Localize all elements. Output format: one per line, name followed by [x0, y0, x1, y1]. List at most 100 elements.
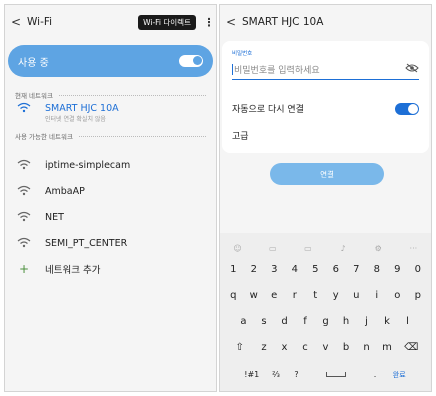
back-arrow-icon[interactable]: < [5, 15, 27, 29]
letter-row-2: a s d f g h j k l [220, 316, 431, 327]
key[interactable]: u [346, 290, 367, 301]
key[interactable]: k [377, 316, 398, 327]
network-status: 인터넷 연결 확실치 않음 [45, 116, 106, 123]
key[interactable]: 8 [367, 264, 388, 275]
eye-off-icon[interactable] [405, 63, 419, 76]
key[interactable]: a [233, 316, 254, 327]
key[interactable]: g [315, 316, 336, 327]
wifi-icon [15, 210, 33, 225]
space-key[interactable] [307, 369, 365, 380]
key[interactable]: 7 [346, 264, 367, 275]
key[interactable]: 3 [264, 264, 285, 275]
key[interactable]: w [244, 290, 265, 301]
key[interactable]: m [377, 342, 398, 353]
key[interactable]: p [408, 290, 429, 301]
key[interactable]: 6 [326, 264, 347, 275]
fraction-key[interactable]: ⅔ [266, 370, 287, 379]
auto-reconnect-label: 자동으로 다시 연결 [232, 105, 304, 115]
space-bar-icon [325, 372, 346, 377]
key[interactable]: y [326, 290, 347, 301]
key[interactable]: j [356, 316, 377, 327]
auto-reconnect-toggle[interactable] [395, 102, 419, 115]
network-name: iptime-simplecam [45, 160, 131, 171]
key[interactable]: n [356, 342, 377, 353]
list-item[interactable]: AmbaAP [15, 184, 206, 199]
more-icon[interactable]: ··· [403, 244, 423, 253]
clipboard-icon[interactable]: ▭ [298, 244, 318, 253]
connect-button[interactable]: 연결 [270, 163, 384, 185]
add-network-row[interactable]: + 네트워크 추가 [15, 262, 206, 276]
current-network-header: 현재 네트워크 [15, 90, 206, 100]
mic-icon[interactable]: ♪ [333, 244, 353, 253]
section-label: 사용 가능한 네트워크 [15, 133, 73, 141]
available-networks-header: 사용 가능한 네트워크 [15, 131, 206, 141]
network-connect-screen: < SMART HJC 10A 비밀번호 비밀번호를 입력하세요 자동으로 다시… [219, 4, 432, 392]
page-title: Wi-Fi [27, 16, 53, 28]
wifi-icon [15, 236, 33, 251]
key[interactable]: 4 [285, 264, 306, 275]
wifi-direct-button[interactable]: Wi-Fi 다이렉트 [138, 14, 196, 30]
wifi-icon [15, 101, 33, 116]
key[interactable]: s [254, 316, 275, 327]
backspace-key-icon[interactable]: ⌫ [397, 342, 425, 353]
list-item[interactable]: NET [15, 210, 206, 225]
settings-icon[interactable]: ⚙ [368, 244, 388, 253]
list-item[interactable]: SEMI_PT_CENTER [15, 236, 206, 251]
more-options-icon[interactable]: ⋮ [202, 16, 216, 29]
wifi-list-screen: < Wi-Fi Wi-Fi 다이렉트 ⋮ 사용 중 현재 네트워크 SMART … [4, 4, 217, 392]
sticker-icon[interactable]: ▭ [263, 244, 283, 253]
plus-icon: + [18, 262, 30, 276]
password-label: 비밀번호 [232, 51, 253, 57]
list-item[interactable]: iptime-simplecam [15, 158, 206, 173]
add-network-label: 네트워크 추가 [45, 265, 101, 276]
network-name: SEMI_PT_CENTER [45, 238, 128, 249]
back-arrow-icon[interactable]: < [220, 15, 242, 29]
bottom-row: !#1 ⅔ ? . 완료 [220, 369, 431, 380]
key[interactable]: d [274, 316, 295, 327]
shift-key-icon[interactable]: ⇧ [226, 342, 254, 353]
letter-row-3: ⇧ z x c v b n m ⌫ [220, 342, 431, 353]
key[interactable]: t [305, 290, 326, 301]
key[interactable]: v [315, 342, 336, 353]
key[interactable]: e [264, 290, 285, 301]
advanced-row[interactable]: 고급 [232, 129, 419, 142]
key[interactable]: b [336, 342, 357, 353]
password-field[interactable]: 비밀번호를 입력하세요 [232, 60, 419, 80]
wifi-toggle[interactable] [179, 55, 203, 67]
symbols-key[interactable]: !#1 [238, 370, 266, 379]
master-switch-label: 사용 중 [18, 57, 49, 69]
letter-row-1: q w e r t y u i o p [220, 290, 431, 301]
key[interactable]: o [387, 290, 408, 301]
network-name: NET [45, 212, 64, 223]
question-key[interactable]: ? [286, 370, 307, 379]
key[interactable]: r [285, 290, 306, 301]
section-label: 현재 네트워크 [15, 92, 53, 100]
text-caret [232, 64, 233, 75]
key[interactable]: 1 [223, 264, 244, 275]
key[interactable]: h [336, 316, 357, 327]
wifi-icon [15, 184, 33, 199]
app-bar: < Wi-Fi Wi-Fi 다이렉트 ⋮ [5, 5, 216, 39]
app-bar: < SMART HJC 10A [220, 5, 431, 39]
current-network-row[interactable]: SMART HJC 10A [15, 101, 206, 116]
key[interactable]: l [397, 316, 418, 327]
advanced-label: 고급 [232, 132, 249, 142]
emoji-icon[interactable]: ☺ [228, 244, 248, 253]
network-name: SMART HJC 10A [45, 103, 119, 114]
period-key[interactable]: . [365, 370, 386, 379]
key[interactable]: q [223, 290, 244, 301]
done-key[interactable]: 완료 [385, 370, 413, 380]
wifi-master-switch-bar[interactable]: 사용 중 [8, 45, 213, 77]
key[interactable]: 5 [305, 264, 326, 275]
key[interactable]: z [254, 342, 275, 353]
key[interactable]: c [295, 342, 316, 353]
key[interactable]: i [367, 290, 388, 301]
keyboard-toolbar: ☺ ▭ ▭ ♪ ⚙ ··· [220, 239, 431, 257]
key[interactable]: 0 [408, 264, 429, 275]
key[interactable]: f [295, 316, 316, 327]
key[interactable]: x [274, 342, 295, 353]
page-title: SMART HJC 10A [242, 16, 324, 28]
key[interactable]: 2 [244, 264, 265, 275]
auto-reconnect-row[interactable]: 자동으로 다시 연결 [232, 102, 419, 115]
key[interactable]: 9 [387, 264, 408, 275]
